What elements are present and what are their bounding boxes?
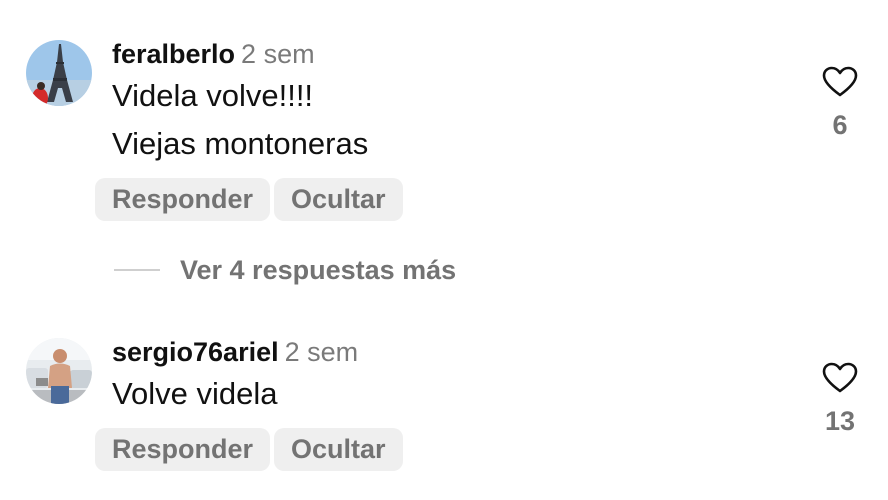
hide-button[interactable]: Ocultar — [274, 428, 403, 471]
username[interactable]: sergio76ariel — [112, 337, 279, 367]
timestamp: 2 sem — [241, 39, 315, 69]
hide-button[interactable]: Ocultar — [274, 178, 403, 221]
comments-list: feralberlo 2 sem Videla volve!!!! Viejas … — [0, 0, 888, 500]
comment-header: feralberlo 2 sem — [112, 36, 752, 72]
comment-text-line: Viejas montoneras — [112, 126, 369, 161]
eiffel-tower-photo — [26, 40, 92, 106]
heart-outline-icon[interactable] — [822, 362, 858, 394]
reply-button[interactable]: Responder — [95, 178, 271, 221]
like-control[interactable]: 13 — [818, 362, 862, 436]
comment-actions: Responder Ocultar — [95, 178, 403, 221]
comment-body: sergio76ariel 2 sem Volve videla — [112, 334, 752, 418]
like-count: 13 — [824, 406, 856, 436]
avatar[interactable] — [26, 40, 92, 106]
like-count: 6 — [832, 110, 848, 140]
heart-outline-icon[interactable] — [822, 66, 858, 98]
like-control[interactable]: 6 — [818, 66, 862, 140]
comment-header: sergio76ariel 2 sem — [112, 334, 752, 370]
comment-text-line: Videla volve!!!! — [112, 78, 314, 113]
replies-divider — [114, 269, 160, 271]
username[interactable]: feralberlo — [112, 39, 235, 69]
comment-body: feralberlo 2 sem Videla volve!!!! Viejas … — [112, 36, 752, 168]
comment-text-line: Volve videla — [112, 376, 278, 411]
view-replies-label: Ver 4 respuestas más — [180, 254, 457, 285]
comment-actions: Responder Ocultar — [95, 428, 403, 471]
person-outdoor-photo — [26, 338, 92, 404]
avatar[interactable] — [26, 338, 92, 404]
view-replies-button[interactable]: Ver 4 respuestas más — [114, 252, 456, 288]
reply-button[interactable]: Responder — [95, 428, 271, 471]
timestamp: 2 sem — [284, 337, 359, 367]
